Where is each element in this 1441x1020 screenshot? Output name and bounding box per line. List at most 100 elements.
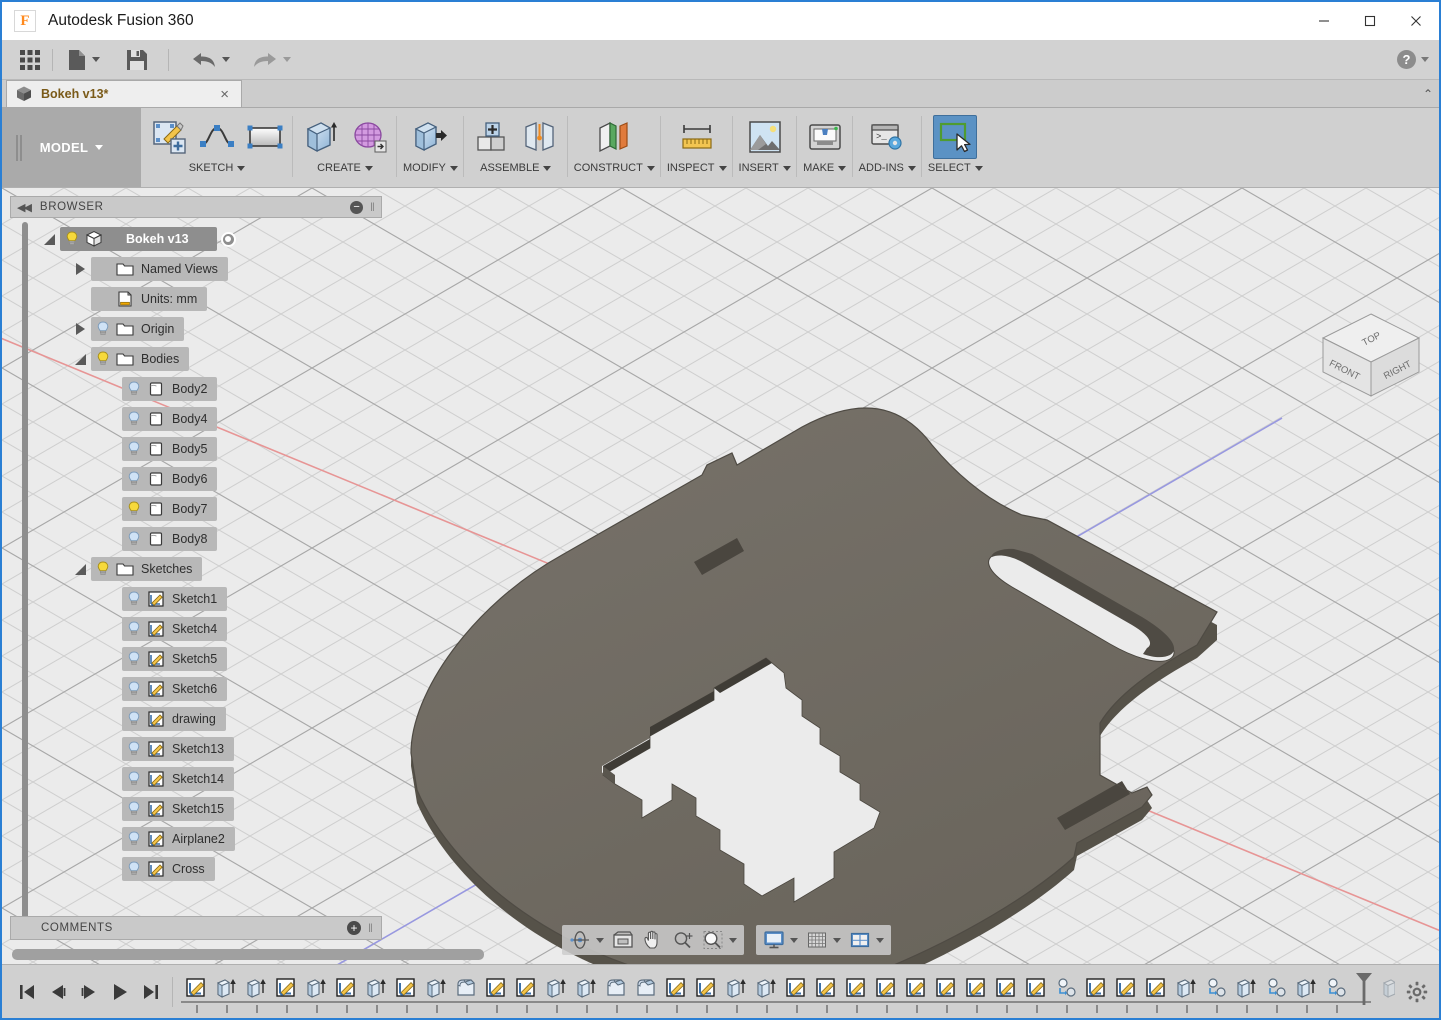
tree-item[interactable]: Body2 [122,377,218,401]
timeline-feature-extrude-19[interactable] [721,972,751,1013]
timeline-feature-sketch-31[interactable] [1081,972,1111,1013]
visibility-bulb-icon[interactable] [125,710,143,728]
timeline-feature-sketch-6[interactable] [331,972,361,1013]
tree-row-sketch6[interactable]: Sketch6 [10,674,382,704]
ribbon-group-label[interactable]: SELECT [928,162,983,174]
tree-item[interactable]: Cross [122,857,215,881]
save-icon[interactable] [120,43,154,77]
timeline-feature-extrude-38[interactable] [1291,972,1321,1013]
tree-item[interactable]: Body6 [122,467,218,491]
visibility-bulb-icon[interactable] [125,380,143,398]
ribbon-group-caret-icon[interactable] [646,165,655,171]
undo-caret-icon[interactable] [222,57,230,62]
timeline-feature-sketch-21[interactable] [781,972,811,1013]
timeline-feature-sketch-22[interactable] [811,972,841,1013]
timeline-feature-extrude-34[interactable] [1171,972,1201,1013]
undo-icon[interactable] [185,43,236,77]
timeline-feature-sketch-28[interactable] [991,972,1021,1013]
add-comment-icon[interactable]: + [347,921,362,935]
tree-item[interactable]: Named Views [91,257,228,281]
help-icon[interactable]: ? [1397,50,1416,69]
visibility-bulb-icon[interactable] [125,680,143,698]
close-tab-icon[interactable]: × [216,86,233,103]
timeline-feature-sketch-1[interactable] [181,972,211,1013]
comments-resize-grip[interactable]: ‖ [368,921,373,935]
tree-row-bokeh-v13[interactable]: Bokeh v13 [10,224,382,254]
ribbon-group-caret-icon[interactable] [718,165,727,171]
tree-item[interactable]: Sketches [91,557,203,581]
tree-twisty-open-icon[interactable] [69,353,91,365]
active-component-radio[interactable] [220,231,236,247]
tree-item[interactable]: Sketch15 [122,797,235,821]
timeline-feature-sketch-23[interactable] [841,972,871,1013]
new-component-icon[interactable] [470,115,514,159]
tree-row-body7[interactable]: Body7 [10,494,382,524]
tree-twisty-closed-icon[interactable] [69,323,91,335]
display-settings-caret-icon[interactable] [790,937,798,943]
tree-item[interactable]: Sketch4 [122,617,228,641]
go-to-end-button[interactable] [138,979,164,1005]
timeline-feature-sketch-25[interactable] [901,972,931,1013]
visibility-bulb-icon[interactable] [125,530,143,548]
pan-icon[interactable] [638,926,668,954]
tree-row-body6[interactable]: Body6 [10,464,382,494]
tree-row-named-views[interactable]: Named Views [10,254,382,284]
timeline-feature-sketch-27[interactable] [961,972,991,1013]
visibility-bulb-icon[interactable] [94,560,112,578]
tree-item[interactable]: Sketch6 [122,677,228,701]
timeline-feature-move-37[interactable] [1261,972,1291,1013]
offset-plane-icon[interactable] [592,115,636,159]
tab-bar-expand-icon[interactable]: ⌃ [1417,80,1439,107]
ribbon-group-caret-icon[interactable] [449,165,458,171]
app-grid-icon[interactable] [12,43,48,77]
insert-image-icon[interactable] [743,115,787,159]
tree-item[interactable]: Origin [91,317,185,341]
new-document-caret-icon[interactable] [92,57,100,62]
timeline-feature-sketch-26[interactable] [931,972,961,1013]
browser-horizontal-scrollbar[interactable] [12,949,484,960]
redo-icon[interactable] [246,43,297,77]
tree-row-sketch13[interactable]: Sketch13 [10,734,382,764]
timeline-feature-move-35[interactable] [1201,972,1231,1013]
extrude-icon[interactable] [299,115,343,159]
visibility-bulb-icon[interactable] [125,770,143,788]
tree-item[interactable]: Body7 [122,497,218,521]
timeline-feature-sketch-24[interactable] [871,972,901,1013]
view-cube[interactable]: TOP FRONT RIGHT [1309,300,1433,410]
timeline-feature-fillet-16[interactable] [631,972,661,1013]
document-tab-bokeh[interactable]: Bokeh v13* × [6,80,242,107]
timeline-feature-sketch-11[interactable] [481,972,511,1013]
press-pull-icon[interactable] [408,115,452,159]
timeline-feature-extrude-14[interactable] [571,972,601,1013]
visibility-bulb-icon[interactable] [125,830,143,848]
timeline-feature-sketch-29[interactable] [1021,972,1051,1013]
ribbon-group-caret-icon[interactable] [907,165,916,171]
browser-resize-grip[interactable]: ‖ [370,200,375,214]
3d-print-icon[interactable] [803,115,847,159]
visibility-bulb-icon[interactable] [125,650,143,668]
tree-row-body4[interactable]: Body4 [10,404,382,434]
timeline-feature-sketch-17[interactable] [661,972,691,1013]
fit-icon[interactable] [698,926,741,954]
timeline-feature-move-30[interactable] [1051,972,1081,1013]
measure-icon[interactable] [675,115,719,159]
ribbon-group-label[interactable]: MODIFY [403,162,458,174]
tree-item[interactable]: Sketch14 [122,767,235,791]
visibility-bulb-icon[interactable] [125,440,143,458]
timeline-feature-extrude-7[interactable] [361,972,391,1013]
play-button[interactable] [107,979,133,1005]
ribbon-group-label[interactable]: MAKE [803,162,847,174]
visibility-bulb-icon[interactable] [94,350,112,368]
tree-item[interactable]: Sketch5 [122,647,228,671]
create-form-icon[interactable] [347,115,391,159]
ribbon-group-label[interactable]: CONSTRUCT [574,162,655,174]
tree-row-body2[interactable]: Body2 [10,374,382,404]
viewports-icon[interactable] [845,926,888,954]
ribbon-group-caret-icon[interactable] [237,165,246,171]
ribbon-group-label[interactable]: CREATE [317,162,373,174]
zoom-icon[interactable] [668,926,698,954]
tree-item[interactable]: Bodies [91,347,190,371]
maximize-icon[interactable] [1347,2,1393,40]
timeline-feature-extrude-3[interactable] [241,972,271,1013]
timeline-feature-extrude-5[interactable] [301,972,331,1013]
